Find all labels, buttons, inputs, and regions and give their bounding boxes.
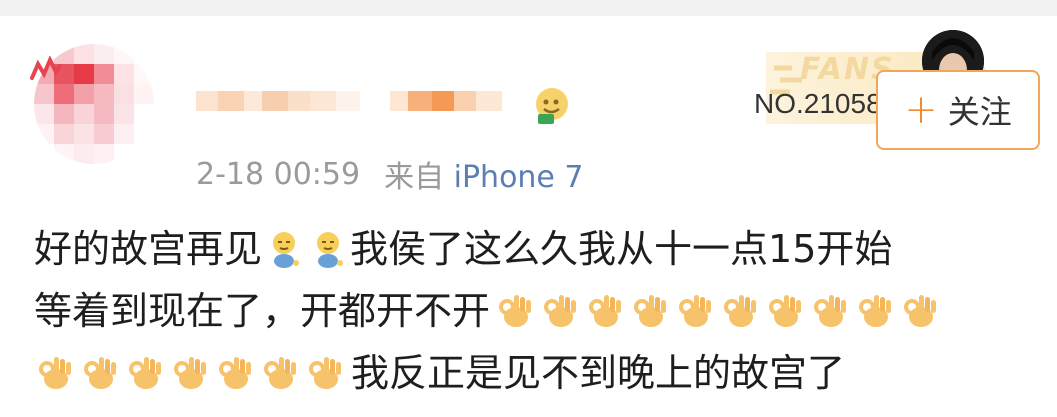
ok-hand-emoji-icon	[589, 295, 622, 327]
shy-face-emoji-icon	[273, 232, 300, 268]
ok-hand-emoji-icon	[814, 295, 847, 327]
top-divider	[0, 0, 1057, 16]
ok-hand-emoji-icon	[39, 357, 71, 389]
ok-hand-emoji-icon	[309, 357, 341, 389]
fans-badge-number: NO.21058	[754, 88, 882, 119]
ok-hand-emoji-icon	[859, 295, 892, 327]
ok-hand-emoji-icon	[724, 295, 757, 327]
device-name[interactable]: iPhone 7	[454, 160, 584, 195]
shy-face-emoji-icon	[317, 232, 344, 268]
ok-hand-emoji-row	[494, 291, 944, 331]
plus-icon: +	[904, 87, 938, 133]
post-meta: 2-18 00:59 来自 iPhone 7	[196, 152, 584, 196]
post-source: 来自 iPhone 7	[384, 152, 583, 196]
username-blurred[interactable]	[196, 78, 536, 124]
ok-hand-emoji-icon	[264, 357, 296, 389]
ok-hand-emoji-icon	[129, 357, 161, 389]
post-text-segment: 我侯了这么久我从十一点15开始	[350, 227, 893, 271]
post-timestamp: 2-18 00:59	[196, 156, 361, 192]
ok-hand-emoji-row	[34, 353, 349, 393]
ok-hand-emoji-icon	[679, 295, 712, 327]
ok-hand-emoji-icon	[174, 357, 206, 389]
post-text-segment: 好的故宫再见	[34, 227, 263, 271]
ok-hand-emoji-icon	[544, 295, 577, 327]
post-text-segment: 等着到现在了，开都开不开	[34, 289, 491, 333]
ok-hand-emoji-icon	[499, 295, 532, 327]
ok-hand-emoji-icon	[84, 357, 116, 389]
ok-hand-emoji-icon	[219, 357, 251, 389]
post-content: 好的故宫再见 我侯了这么久我从十一点15开始 等着到现在了，开都开不开 我反正是…	[34, 218, 1034, 404]
follow-button[interactable]: + 关注	[876, 70, 1040, 150]
post-text-line: 我反正是见不到晚上的故宫了	[34, 342, 1034, 404]
post-text-segment: 我反正是见不到晚上的故宫了	[351, 351, 846, 395]
ok-hand-emoji-icon	[769, 295, 802, 327]
post-text-line: 等着到现在了，开都开不开	[34, 280, 1034, 342]
ok-hand-emoji-icon	[634, 295, 667, 327]
avatar-decoration-icon	[30, 56, 62, 80]
follow-button-label: 关注	[947, 93, 1012, 131]
post-text-line: 好的故宫再见 我侯了这么久我从十一点15开始	[34, 218, 1034, 280]
ok-hand-emoji-icon	[904, 295, 937, 327]
source-label: 来自	[384, 160, 445, 195]
vip-badge-icon	[536, 88, 568, 124]
